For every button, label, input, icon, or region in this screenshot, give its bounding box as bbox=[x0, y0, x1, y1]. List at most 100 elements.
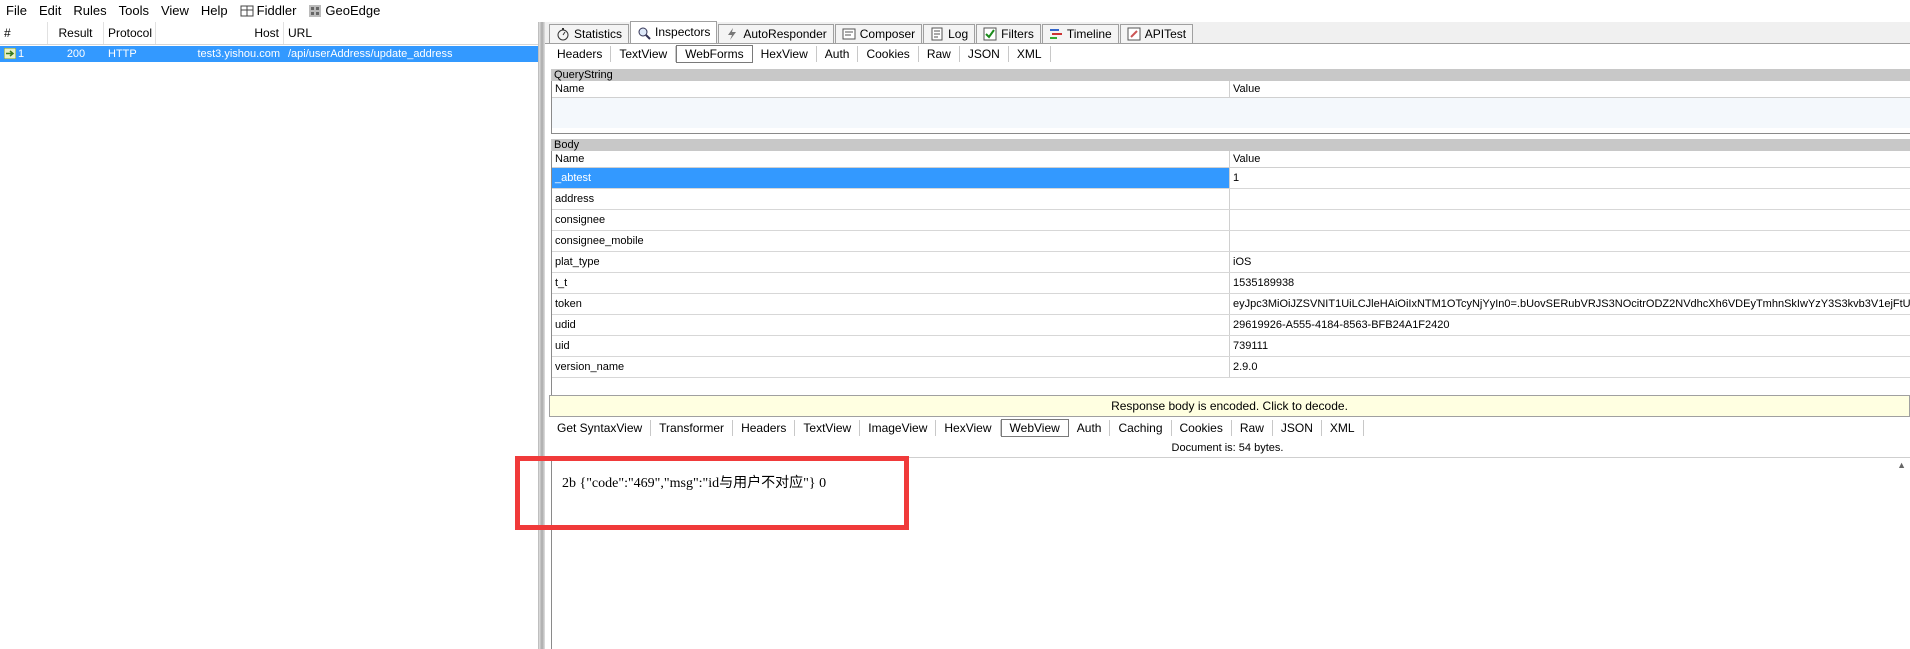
querystring-header: Name Value bbox=[552, 81, 1910, 98]
tab-inspectors-label: Inspectors bbox=[655, 25, 711, 39]
menu-bar: File Edit Rules Tools View Help Fiddler … bbox=[0, 0, 1910, 22]
tab-timeline[interactable]: Timeline bbox=[1041, 24, 1119, 43]
resp-tab-xml[interactable]: XML bbox=[1322, 420, 1364, 436]
col-protocol[interactable]: Protocol bbox=[104, 22, 156, 44]
resp-tab-cookies[interactable]: Cookies bbox=[1172, 420, 1232, 436]
menu-file[interactable]: File bbox=[0, 0, 33, 22]
col-num[interactable]: # bbox=[0, 22, 48, 44]
stopwatch-icon bbox=[557, 28, 569, 41]
body-row[interactable]: udid 29619926-A555-4184-8563-BFB24A1F2420 bbox=[552, 315, 1910, 336]
menu-fiddler-label: Fiddler bbox=[256, 3, 297, 18]
tab-timeline-label: Timeline bbox=[1066, 26, 1112, 41]
resp-tab-textview[interactable]: TextView bbox=[795, 420, 861, 436]
tab-filters[interactable]: Filters bbox=[976, 24, 1041, 43]
body-row-name: uid bbox=[552, 336, 1230, 356]
col-host[interactable]: Host bbox=[156, 22, 284, 44]
querystring-col-value[interactable]: Value bbox=[1230, 81, 1910, 97]
body-row[interactable]: _abtest 1 bbox=[552, 168, 1910, 189]
lightning-icon bbox=[728, 28, 737, 40]
tab-inspectors[interactable]: Inspectors bbox=[630, 21, 718, 43]
main-tabs: Statistics Inspectors AutoResponder Comp… bbox=[545, 21, 1910, 44]
body-row[interactable]: t_t 1535189938 bbox=[552, 273, 1910, 294]
body-row[interactable]: uid 739111 bbox=[552, 336, 1910, 357]
menu-fiddler[interactable]: Fiddler bbox=[234, 0, 303, 22]
session-url: /api/userAddress/update_address bbox=[288, 48, 453, 60]
req-tab-raw[interactable]: Raw bbox=[919, 46, 960, 62]
body-row[interactable]: consignee_mobile bbox=[552, 231, 1910, 252]
body-row-name: consignee bbox=[552, 210, 1230, 230]
req-tab-textview[interactable]: TextView bbox=[611, 46, 677, 62]
body-row-value[interactable]: 1 bbox=[1230, 168, 1910, 188]
req-tab-json[interactable]: JSON bbox=[960, 46, 1009, 62]
session-arrow-icon bbox=[3, 47, 17, 60]
scroll-up-arrow-icon[interactable]: ▲ bbox=[1897, 460, 1906, 470]
tab-log[interactable]: Log bbox=[923, 24, 976, 43]
body-row-value[interactable] bbox=[1230, 189, 1910, 209]
body-row-value[interactable]: iOS bbox=[1230, 252, 1910, 272]
body-row-value[interactable]: eyJpc3MiOiJZSVNIT1UiLCJleHAiOiIxNTM1OTcy… bbox=[1230, 294, 1910, 314]
menu-geoedge[interactable]: GeoEdge bbox=[302, 0, 386, 22]
resp-tab-caching[interactable]: Caching bbox=[1110, 420, 1172, 436]
body-col-value[interactable]: Value bbox=[1230, 151, 1910, 167]
body-row-name: consignee_mobile bbox=[552, 231, 1230, 251]
body-row-value[interactable]: 1535189938 bbox=[1230, 273, 1910, 293]
body-grid: Name Value _abtest 1 address consignee co… bbox=[551, 151, 1910, 409]
body-row-value[interactable]: 739111 bbox=[1230, 336, 1910, 356]
resp-tab-auth[interactable]: Auth bbox=[1069, 420, 1111, 436]
body-row-value[interactable]: 2.9.0 bbox=[1230, 357, 1910, 377]
body-row-name: _abtest bbox=[552, 168, 1230, 188]
tab-apitest[interactable]: APITest bbox=[1119, 24, 1194, 43]
col-result[interactable]: Result bbox=[48, 22, 104, 44]
body-title: Body bbox=[551, 139, 1910, 151]
decode-notice-bar[interactable]: Response body is encoded. Click to decod… bbox=[549, 395, 1910, 417]
req-tab-auth[interactable]: Auth bbox=[817, 46, 859, 62]
resp-tab-webview[interactable]: WebView bbox=[1000, 419, 1069, 437]
body-col-name[interactable]: Name bbox=[552, 151, 1230, 167]
tab-autoresponder[interactable]: AutoResponder bbox=[718, 24, 834, 43]
sessions-header: # Result Protocol Host URL bbox=[0, 22, 538, 45]
menu-rules[interactable]: Rules bbox=[67, 0, 112, 22]
request-subtabs: Headers TextView WebForms HexView Auth C… bbox=[549, 45, 1051, 63]
tab-composer-label: Composer bbox=[859, 26, 916, 41]
req-tab-xml[interactable]: XML bbox=[1009, 46, 1051, 62]
resp-tab-imageview[interactable]: ImageView bbox=[860, 420, 937, 436]
body-row[interactable]: plat_type iOS bbox=[552, 252, 1910, 273]
menu-help[interactable]: Help bbox=[195, 0, 234, 22]
inspector-pane: Statistics Inspectors AutoResponder Comp… bbox=[545, 21, 1910, 649]
session-row[interactable]: 1 200 HTTP test3.yishou.com /api/userAdd… bbox=[0, 46, 538, 62]
req-tab-hexview[interactable]: HexView bbox=[753, 46, 817, 62]
resp-tab-json[interactable]: JSON bbox=[1273, 420, 1322, 436]
session-num: 1 bbox=[18, 48, 25, 60]
body-row-value[interactable] bbox=[1230, 210, 1910, 230]
tab-statistics[interactable]: Statistics bbox=[549, 24, 630, 43]
body-row[interactable]: consignee bbox=[552, 210, 1910, 231]
menu-tools[interactable]: Tools bbox=[113, 0, 155, 22]
resp-tab-headers[interactable]: Headers bbox=[733, 420, 796, 436]
body-row-value[interactable]: 29619926-A555-4184-8563-BFB24A1F2420 bbox=[1230, 315, 1910, 335]
body-header: Name Value bbox=[552, 151, 1910, 168]
resp-tab-syntaxview[interactable]: Get SyntaxView bbox=[549, 420, 652, 436]
body-row-name: version_name bbox=[552, 357, 1230, 377]
resp-tab-raw[interactable]: Raw bbox=[1232, 420, 1273, 436]
menu-view[interactable]: View bbox=[155, 0, 195, 22]
menu-edit[interactable]: Edit bbox=[33, 0, 67, 22]
req-tab-webforms[interactable]: WebForms bbox=[676, 45, 753, 63]
composer-icon bbox=[842, 28, 856, 40]
session-result: 200 bbox=[66, 48, 86, 60]
document-size-label: Document is: 54 bytes. bbox=[1171, 442, 1284, 454]
req-tab-cookies[interactable]: Cookies bbox=[858, 46, 919, 62]
col-url[interactable]: URL bbox=[284, 22, 538, 44]
req-tab-headers[interactable]: Headers bbox=[549, 46, 612, 62]
body-row[interactable]: version_name 2.9.0 bbox=[552, 357, 1910, 378]
body-row-value[interactable] bbox=[1230, 231, 1910, 251]
resp-tab-transformer[interactable]: Transformer bbox=[651, 420, 734, 436]
body-row-name: token bbox=[552, 294, 1230, 314]
session-protocol: HTTP bbox=[108, 48, 137, 60]
resp-tab-hexview[interactable]: HexView bbox=[936, 420, 1001, 436]
querystring-col-name[interactable]: Name bbox=[552, 81, 1230, 97]
body-row[interactable]: address bbox=[552, 189, 1910, 210]
apitest-icon bbox=[1127, 27, 1141, 41]
body-row[interactable]: token eyJpc3MiOiJZSVNIT1UiLCJleHAiOiIxNTM… bbox=[552, 294, 1910, 315]
tab-composer[interactable]: Composer bbox=[834, 24, 923, 43]
sessions-pane: # Result Protocol Host URL 1 200 HTTP te… bbox=[0, 22, 539, 649]
